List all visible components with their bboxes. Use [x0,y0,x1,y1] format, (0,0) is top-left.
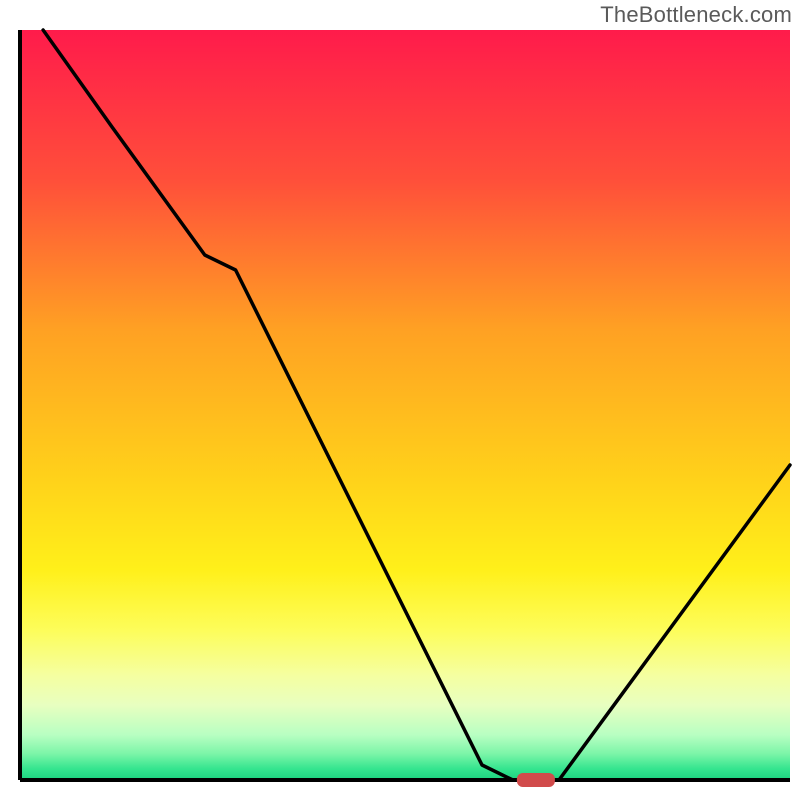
optimum-marker [517,773,555,787]
watermark-text: TheBottleneck.com [600,2,792,28]
plot-background [20,30,790,780]
bottleneck-chart: TheBottleneck.com [0,0,800,800]
chart-svg [0,0,800,800]
